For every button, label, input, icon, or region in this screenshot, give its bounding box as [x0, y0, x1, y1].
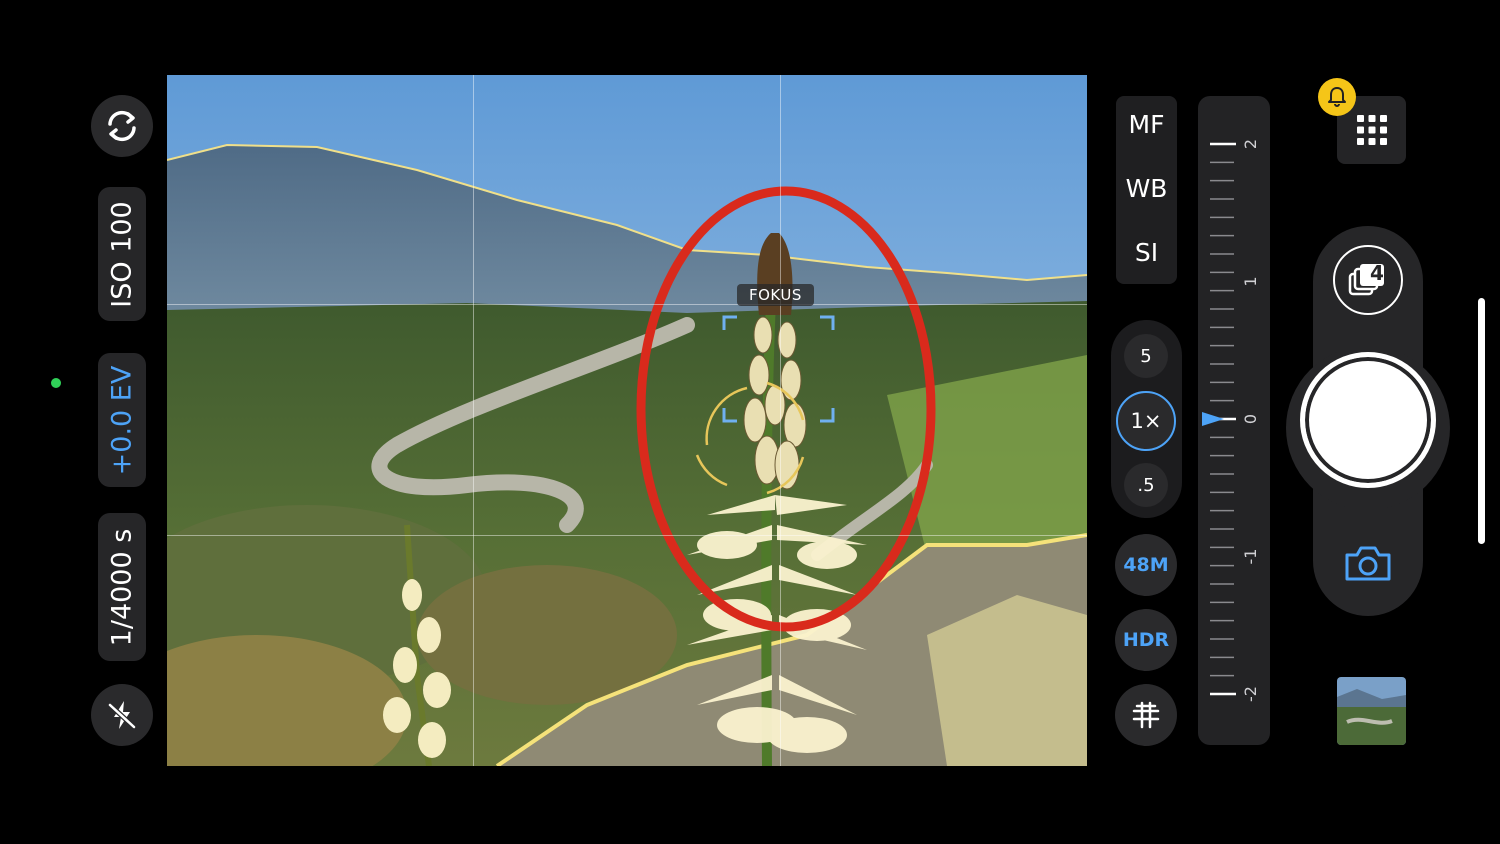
grid-line-vertical-2 [780, 75, 781, 766]
focus-label: FOKUS [737, 284, 814, 306]
grid-menu-icon [1356, 115, 1387, 145]
switch-camera-button[interactable] [91, 95, 153, 157]
bell-icon [1328, 87, 1346, 107]
shutter-button[interactable] [1300, 352, 1436, 488]
shutter-speed-control[interactable]: 1/4000 s [98, 513, 146, 661]
camera-mode-button[interactable] [1340, 538, 1396, 588]
viewfinder[interactable]: FOKUS [167, 75, 1087, 766]
last-photo-thumbnail[interactable] [1337, 677, 1406, 745]
zoom-1x-label: 1× [1130, 409, 1162, 433]
mode-panel: MF WB SI [1116, 96, 1177, 284]
zoom-0.5x-button[interactable]: .5 [1124, 463, 1168, 507]
camera-active-indicator [51, 378, 61, 388]
zoom-5x-button[interactable]: 5 [1124, 334, 1168, 378]
ev-slider-label: 2 [1241, 139, 1260, 149]
thumbnail-image [1337, 677, 1406, 745]
hdr-button[interactable]: HDR [1115, 609, 1177, 671]
ev-slider-scale: 2 1 0 -1 -2 [1202, 139, 1260, 702]
ev-slider[interactable]: 2 1 0 -1 -2 [1198, 96, 1270, 745]
iso-label: ISO 100 [106, 200, 138, 308]
iso-control[interactable]: ISO 100 [98, 187, 146, 321]
shutter-iso-button[interactable]: SI [1116, 238, 1177, 267]
ev-label: +0.0 EV [106, 365, 138, 475]
zoom-1x-button[interactable]: 1× [1116, 391, 1176, 451]
level-grid-icon [1132, 701, 1160, 729]
level-button[interactable] [1115, 684, 1177, 746]
ev-slider-label: 1 [1241, 276, 1260, 286]
grid-line-horizontal-2 [167, 535, 1087, 536]
grid-line-vertical-1 [473, 75, 474, 766]
photo-stack-button[interactable]: 4 [1333, 245, 1403, 315]
shutter-speed-label: 1/4000 s [106, 528, 138, 646]
ev-slider-marker[interactable] [1202, 412, 1224, 426]
camera-icon [1345, 546, 1391, 581]
white-balance-button[interactable]: WB [1116, 174, 1177, 203]
grid-line-horizontal-1 [167, 304, 1087, 305]
zoom-0.5x-label: .5 [1137, 474, 1155, 496]
resolution-48m-button[interactable]: 48M [1115, 534, 1177, 596]
hdr-label: HDR [1122, 629, 1170, 651]
photo-stack-count: 4 [1370, 261, 1384, 285]
notification-button[interactable] [1318, 78, 1356, 116]
manual-focus-button[interactable]: MF [1116, 110, 1177, 139]
flash-off-icon [108, 701, 136, 729]
zoom-5x-label: 5 [1140, 345, 1152, 367]
ev-control[interactable]: +0.0 EV [98, 353, 146, 487]
flash-button[interactable] [91, 684, 153, 746]
resolution-label: 48M [1123, 554, 1169, 576]
ev-slider-label: -1 [1241, 549, 1260, 565]
rotate-camera-icon [108, 110, 136, 142]
ev-slider-label: 0 [1241, 414, 1260, 424]
scroll-indicator[interactable] [1478, 298, 1485, 544]
ev-slider-label: -2 [1241, 686, 1260, 702]
viewfinder-scene [167, 75, 1087, 766]
